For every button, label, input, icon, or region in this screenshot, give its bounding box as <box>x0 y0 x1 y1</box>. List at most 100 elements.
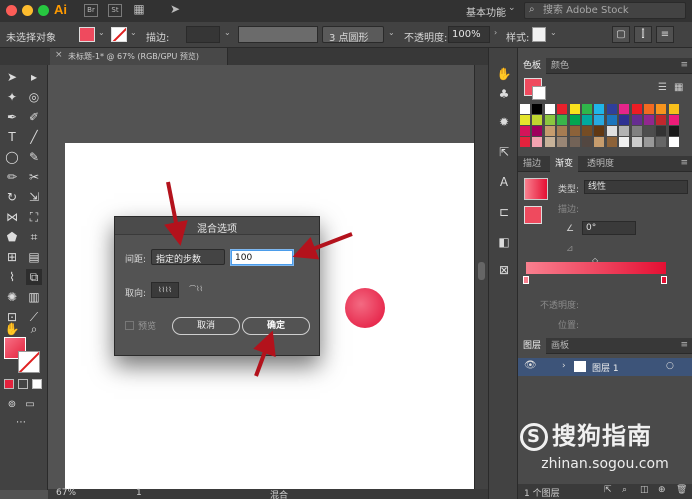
swatch[interactable] <box>544 104 555 114</box>
none-mode-button[interactable] <box>32 379 42 389</box>
close-window-button[interactable] <box>6 5 17 16</box>
stock-search[interactable]: ⌕ <box>524 2 686 19</box>
swatch[interactable] <box>532 137 543 147</box>
swatch[interactable] <box>606 137 617 147</box>
chevron-down-icon[interactable]: ⌄ <box>98 28 105 37</box>
mesh-tool-icon[interactable]: ⊞ <box>4 249 20 265</box>
paintbrush-tool-icon[interactable]: ✎ <box>26 149 42 165</box>
curvature-tool-icon[interactable]: ✐ <box>26 109 42 125</box>
scale-tool-icon[interactable]: ⇲ <box>26 189 42 205</box>
swatch[interactable] <box>544 126 555 136</box>
swatch[interactable] <box>582 104 592 114</box>
artboard-number[interactable]: 1 <box>136 488 142 498</box>
swatch[interactable] <box>668 115 679 125</box>
new-layer-icon[interactable]: ⊕ <box>658 485 666 495</box>
swatch[interactable] <box>656 104 667 114</box>
gradient-stop-start[interactable] <box>523 276 529 284</box>
close-icon[interactable]: × <box>55 50 63 60</box>
draw-mode-icon[interactable]: ⊚ <box>4 397 20 413</box>
swatch[interactable] <box>668 104 679 114</box>
lasso-tool-icon[interactable]: ◎ <box>26 89 42 105</box>
swatch[interactable] <box>619 115 630 125</box>
swatch[interactable] <box>582 115 592 125</box>
swatch[interactable] <box>582 137 592 147</box>
gradient-type-select[interactable]: 线性 <box>584 180 688 194</box>
swatch[interactable] <box>520 115 530 125</box>
free-transform-tool-icon[interactable]: ⛶ <box>26 209 42 225</box>
eye-icon[interactable]: 👁 <box>524 360 537 371</box>
swatch[interactable] <box>606 104 617 114</box>
gradient-fill-indicator[interactable] <box>524 206 542 224</box>
swatch[interactable] <box>594 115 605 125</box>
tab-layers[interactable]: 图层 <box>518 338 547 354</box>
swatch[interactable] <box>532 104 543 114</box>
transform-icon[interactable]: ⊠ <box>496 262 512 278</box>
tab-swatches[interactable]: 色板 <box>518 58 547 74</box>
gradient-thumbnail[interactable] <box>524 178 548 200</box>
swatch[interactable] <box>644 126 654 136</box>
target-circle-icon[interactable]: ○ <box>666 361 674 371</box>
swatch[interactable] <box>520 137 530 147</box>
tab-color[interactable]: 颜色 <box>546 58 574 74</box>
swatch[interactable] <box>644 137 654 147</box>
stock-icon[interactable]: St <box>108 4 122 17</box>
swatch[interactable] <box>569 126 580 136</box>
swatch[interactable] <box>532 126 543 136</box>
export-icon[interactable]: ⇱ <box>496 144 512 160</box>
maximize-window-button[interactable] <box>38 5 49 16</box>
search-icon[interactable]: ⌕ <box>622 485 627 495</box>
list-view-icon[interactable]: ☰ <box>658 82 667 93</box>
gradient-slider[interactable] <box>526 262 666 274</box>
blend-tool-icon[interactable]: ⧉ <box>26 269 42 285</box>
chevron-down-icon[interactable]: ⌄ <box>550 28 557 37</box>
swatch[interactable] <box>594 104 605 114</box>
variable-width-profile[interactable] <box>238 26 318 43</box>
swatch[interactable] <box>656 126 667 136</box>
panel-menu-icon[interactable]: ≡ <box>680 340 688 350</box>
spacing-select[interactable]: 指定的步数 ⌄ <box>151 249 225 265</box>
ok-button[interactable]: 确定 <box>242 317 310 335</box>
swatch[interactable] <box>668 137 679 147</box>
symbols-icon[interactable]: ♣ <box>496 86 512 102</box>
gradient-circle[interactable] <box>345 288 385 328</box>
swatch[interactable] <box>656 137 667 147</box>
swatch[interactable] <box>644 104 654 114</box>
align-to-path-icon[interactable]: ⌒⌇⌇ <box>182 282 210 298</box>
screen-mode-icon[interactable]: ▭ <box>22 397 38 413</box>
stock-search-input[interactable] <box>543 4 683 17</box>
swatch[interactable] <box>594 137 605 147</box>
gradient-angle-field[interactable]: 0° <box>582 221 636 235</box>
ellipse-tool-icon[interactable]: ◯ <box>4 149 20 165</box>
rotate-tool-icon[interactable]: ↻ <box>4 189 20 205</box>
clip-mask-icon[interactable]: ◫ <box>640 485 649 495</box>
gradient-stop-end[interactable] <box>661 276 667 284</box>
scissors-tool-icon[interactable]: ✂ <box>26 169 42 185</box>
swatch[interactable] <box>631 104 642 114</box>
eyedropper-tool-icon[interactable]: ⌇ <box>4 269 20 285</box>
color-mode-button[interactable] <box>4 379 14 389</box>
workspace-switcher[interactable]: 基本功能 <box>466 4 506 19</box>
preview-checkbox[interactable] <box>125 321 134 330</box>
swatch[interactable] <box>594 126 605 136</box>
graph-tool-icon[interactable]: ▥ <box>26 289 42 305</box>
type-tool-icon[interactable]: T <box>4 129 20 145</box>
graphic-style-swatch[interactable] <box>532 27 546 42</box>
swatch[interactable] <box>520 104 530 114</box>
direct-selection-tool-icon[interactable]: ▸ <box>26 69 42 85</box>
fill-color-swatch[interactable] <box>79 27 95 42</box>
swatch[interactable] <box>644 115 654 125</box>
align-panel-icon[interactable]: ⊏ <box>496 204 512 220</box>
appearance-icon[interactable]: ✹ <box>496 114 512 130</box>
swatch[interactable] <box>619 126 630 136</box>
shape-builder-tool-icon[interactable]: ⬟ <box>4 229 20 245</box>
document-setup-icon[interactable]: ▢ <box>612 26 630 43</box>
tab-transparency[interactable]: 透明度 <box>582 156 619 172</box>
panel-menu-icon[interactable]: ≡ <box>680 158 688 168</box>
swatch[interactable] <box>619 137 630 147</box>
swatch[interactable] <box>619 104 630 114</box>
swatch[interactable] <box>544 137 555 147</box>
hand-tool-icon[interactable]: ✋ <box>4 321 20 337</box>
brush-definition[interactable]: 3 点圆形 <box>322 26 384 44</box>
swatch[interactable] <box>582 126 592 136</box>
align-to-page-icon[interactable]: ⌇⌇⌇⌇ <box>151 282 179 298</box>
